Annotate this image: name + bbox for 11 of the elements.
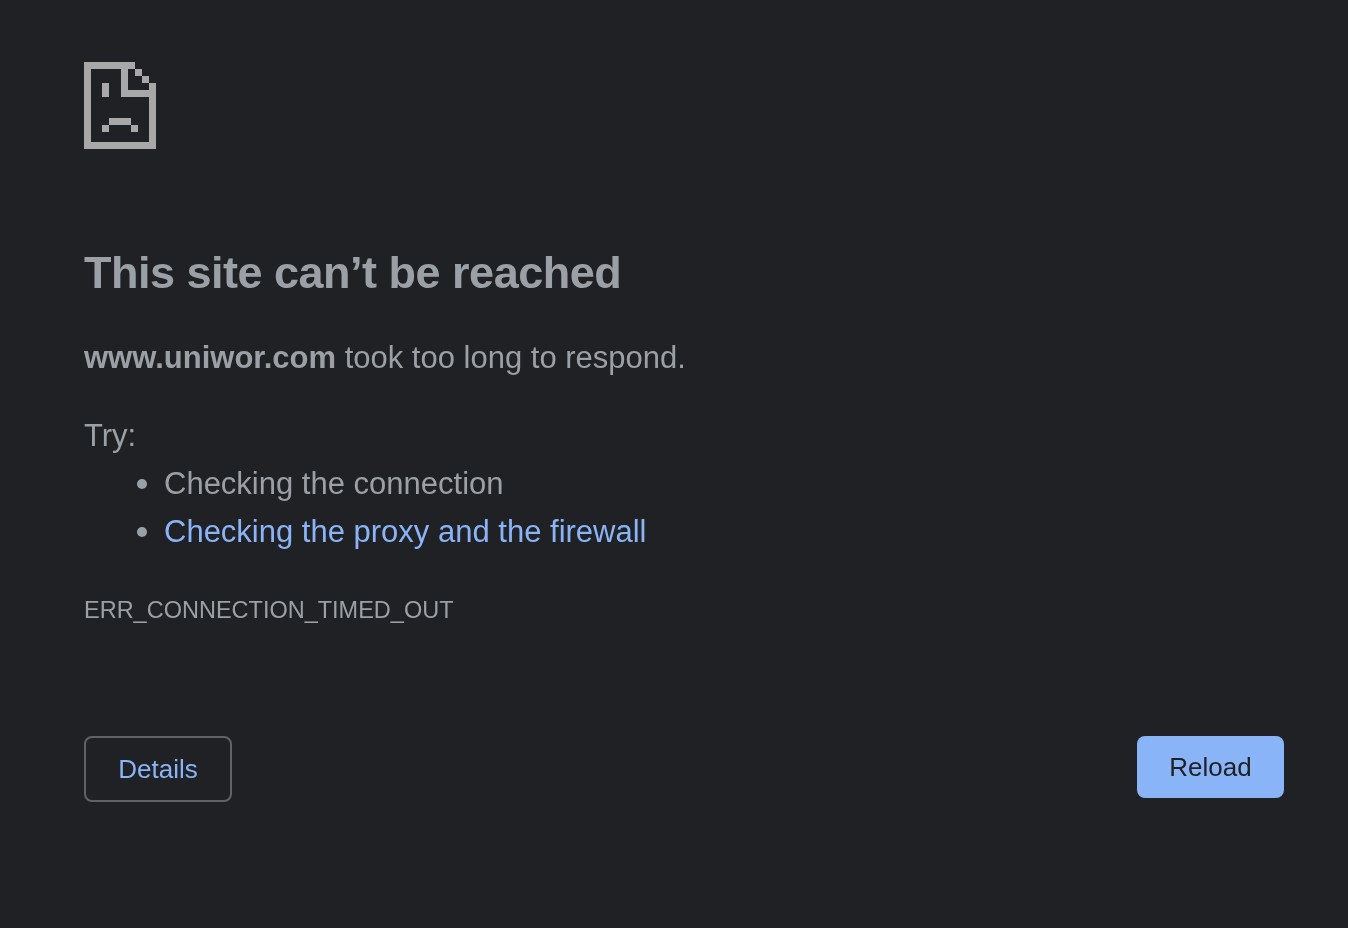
suggestions-label: Try: xyxy=(84,417,137,455)
error-message: www.uniwor.com took too long to respond. xyxy=(84,339,686,377)
bullet-icon xyxy=(137,479,147,489)
suggestion-link[interactable]: Checking the proxy and the firewall xyxy=(164,512,647,552)
error-heading: This site can’t be reached xyxy=(84,248,622,298)
error-code: ERR_CONNECTION_TIMED_OUT xyxy=(84,596,454,625)
reload-button[interactable]: Reload xyxy=(1137,736,1284,798)
bullet-icon xyxy=(137,527,147,537)
details-button[interactable]: Details xyxy=(84,736,232,802)
broken-page-icon xyxy=(84,62,156,149)
suggestion-text: Checking the connection xyxy=(164,465,504,503)
